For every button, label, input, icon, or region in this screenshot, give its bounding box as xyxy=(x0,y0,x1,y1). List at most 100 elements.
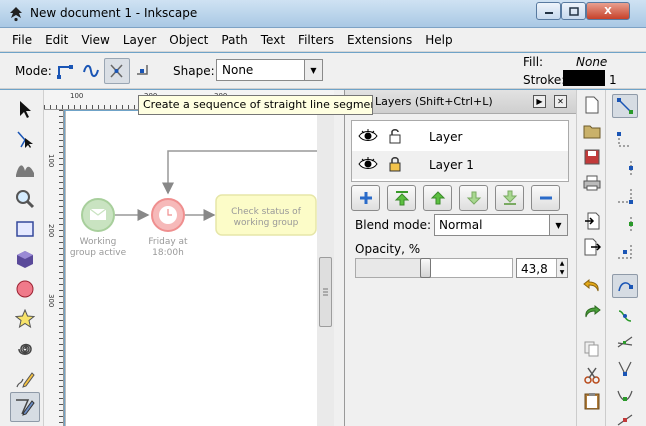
fill-value[interactable]: None xyxy=(576,55,607,69)
lower-to-bottom-button[interactable] xyxy=(495,185,524,211)
stroke-width-value[interactable]: 1 xyxy=(609,73,617,87)
new-document-button[interactable] xyxy=(581,94,603,116)
close-button[interactable]: X xyxy=(586,2,630,20)
blend-mode-dropdown[interactable]: Normal ▼ xyxy=(434,214,568,236)
menu-filters[interactable]: Filters xyxy=(298,33,334,47)
mode-spiro-button[interactable] xyxy=(78,58,104,84)
drawing-canvas[interactable]: Working group active Friday at 18:00h Ch… xyxy=(65,111,318,426)
unlocked-icon[interactable] xyxy=(388,128,402,144)
opacity-spinbox[interactable]: 43,8 ▲ ▼ xyxy=(516,258,568,278)
snap-paths-button[interactable] xyxy=(612,304,638,328)
shape-dropdown[interactable]: None ▼ xyxy=(216,59,323,81)
open-button[interactable] xyxy=(581,120,603,142)
selector-tool[interactable] xyxy=(10,94,40,124)
menu-help[interactable]: Help xyxy=(425,33,452,47)
scrollbar-thumb[interactable] xyxy=(319,257,332,327)
timer-event-label: Friday at 18:00h xyxy=(148,237,188,258)
snap-nodes-button[interactable] xyxy=(612,274,638,298)
zoom-tool[interactable] xyxy=(10,184,40,214)
save-icon xyxy=(584,149,600,165)
raise-to-top-button[interactable] xyxy=(387,185,416,211)
panel-close-button[interactable]: ✕ xyxy=(554,95,567,108)
snap-cusp-nodes-button[interactable] xyxy=(612,356,638,380)
menu-text[interactable]: Text xyxy=(261,33,285,47)
menu-layer[interactable]: Layer xyxy=(123,33,156,47)
snap-bbox-edge-button[interactable] xyxy=(612,156,638,180)
layer-name[interactable]: Layer 1 xyxy=(429,158,474,172)
snap-intersections-button[interactable] xyxy=(612,330,638,354)
vertical-scrollbar[interactable] xyxy=(317,111,334,426)
tweak-tool[interactable] xyxy=(10,154,40,184)
export-button[interactable] xyxy=(581,236,603,258)
play-icon: ▶ xyxy=(536,97,543,106)
snap-enable-button[interactable] xyxy=(612,94,638,118)
layer-row[interactable]: Layer 1 xyxy=(352,151,568,179)
opacity-slider[interactable] xyxy=(355,258,513,278)
rectangle-tool[interactable] xyxy=(10,214,40,244)
commands-bar xyxy=(576,90,605,426)
snap-bbox-center-button[interactable] xyxy=(612,240,638,264)
maximize-button[interactable] xyxy=(561,2,586,20)
shape-label: Shape: xyxy=(173,64,215,78)
print-button[interactable] xyxy=(581,172,603,194)
eye-visible-icon[interactable] xyxy=(358,129,378,143)
grip-icon xyxy=(323,288,328,296)
vertical-ruler[interactable]: 100 200 300 xyxy=(44,110,64,426)
toolbox xyxy=(0,90,44,426)
star-tool[interactable] xyxy=(10,304,40,334)
mode-label: Mode: xyxy=(15,64,52,78)
copy-icon xyxy=(584,341,599,357)
import-button[interactable] xyxy=(581,210,603,232)
layer-row[interactable]: Layer xyxy=(352,123,568,151)
snap-bbox-corner-button[interactable] xyxy=(612,184,638,208)
lower-layer-button[interactable] xyxy=(459,185,488,211)
raise-to-top-icon xyxy=(394,191,409,206)
menu-extensions[interactable]: Extensions xyxy=(347,33,412,47)
minimize-button[interactable] xyxy=(536,2,561,20)
menu-path[interactable]: Path xyxy=(221,33,247,47)
import-icon xyxy=(585,212,600,230)
mode-straight-lines-button[interactable] xyxy=(104,58,130,84)
panel-iconify-button[interactable]: ▶ xyxy=(533,95,546,108)
snap-smooth-nodes-button[interactable] xyxy=(612,382,638,406)
arrow-down-icon xyxy=(466,191,481,205)
node-tool[interactable] xyxy=(10,124,40,154)
mode-regular-bezier-button[interactable] xyxy=(52,58,78,84)
paraxial-mode-icon xyxy=(137,65,148,75)
mode-paraxial-button[interactable] xyxy=(130,58,156,84)
arrow-pointer-icon xyxy=(20,101,31,118)
minimize-icon xyxy=(544,12,553,14)
eye-visible-icon[interactable] xyxy=(358,157,378,171)
pen-tool[interactable] xyxy=(10,392,40,422)
spiral-tool[interactable] xyxy=(10,334,40,364)
stroke-color-swatch[interactable] xyxy=(563,70,605,86)
layer-name[interactable]: Layer xyxy=(429,130,462,144)
rectangle-icon xyxy=(16,221,34,237)
copy-button[interactable] xyxy=(581,338,603,360)
spin-arrows-icon[interactable]: ▲ ▼ xyxy=(556,259,567,277)
menu-edit[interactable]: Edit xyxy=(45,33,68,47)
snap-midpoints-button[interactable] xyxy=(612,408,638,426)
pencil-tool[interactable] xyxy=(10,364,40,394)
3d-box-tool[interactable] xyxy=(10,244,40,274)
menu-view[interactable]: View xyxy=(81,33,109,47)
menu-file[interactable]: File xyxy=(12,33,32,47)
add-layer-button[interactable] xyxy=(351,185,380,211)
raise-layer-button[interactable] xyxy=(423,185,452,211)
menu-object[interactable]: Object xyxy=(169,33,208,47)
opacity-label: Opacity, % xyxy=(355,242,421,256)
snap-bbox-button[interactable] xyxy=(612,128,638,152)
save-button[interactable] xyxy=(581,146,603,168)
ellipse-tool[interactable] xyxy=(10,274,40,304)
new-document-icon xyxy=(585,96,599,114)
opacity-slider-thumb[interactable] xyxy=(420,258,431,278)
layer-list: Layer Layer 1 xyxy=(351,120,569,182)
cut-button[interactable] xyxy=(581,364,603,386)
redo-button[interactable] xyxy=(581,300,603,322)
snap-bbox-midpoint-button[interactable] xyxy=(612,212,638,236)
delete-layer-button[interactable] xyxy=(531,185,560,211)
paste-button[interactable] xyxy=(581,390,603,412)
undo-button[interactable] xyxy=(581,274,603,296)
locked-icon[interactable] xyxy=(388,156,402,172)
export-icon xyxy=(584,238,601,256)
